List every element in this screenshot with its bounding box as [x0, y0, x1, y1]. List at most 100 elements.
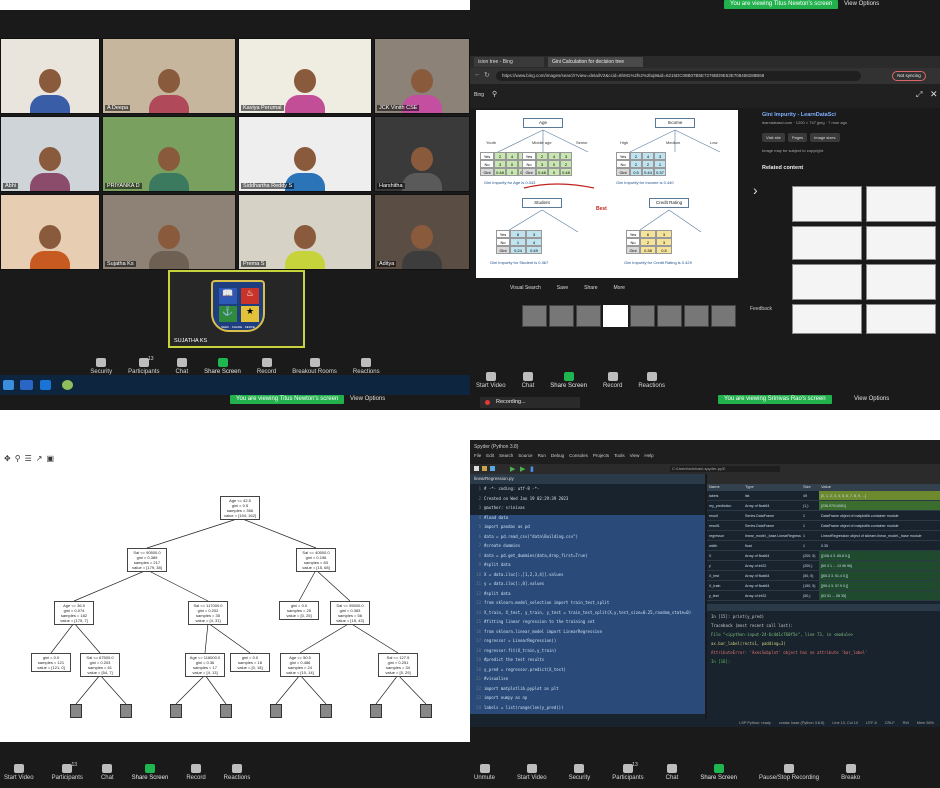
toolbar-reactionsbutton[interactable]: Reactions [224, 764, 250, 781]
view-options-button[interactable]: View Options [844, 1, 879, 7]
var-header-cell[interactable]: Type [743, 484, 801, 491]
open-icon[interactable] [482, 466, 487, 471]
toolbar-breakobutton[interactable]: Breako [841, 764, 860, 781]
tab-bing[interactable]: ision tree - Bing [474, 57, 544, 67]
next-image-icon[interactable]: › [753, 182, 758, 198]
toolbar-participantsbutton[interactable]: 13 Participants [612, 762, 643, 781]
ipython-console[interactable]: In [15]: print(y_pred) Traceback (most re… [707, 604, 940, 719]
toolbar-unmutebutton[interactable]: Unmute [474, 764, 495, 781]
app-icon[interactable] [62, 380, 73, 390]
related-thumbnail[interactable] [792, 264, 862, 300]
filmstrip-thumb[interactable] [522, 305, 547, 327]
expand-icon[interactable]: ⤢ [916, 90, 922, 100]
participant-tile[interactable]: A Deepa [102, 38, 236, 114]
toolbar-recordbutton[interactable]: Record [603, 372, 622, 389]
var-row[interactable]: my_prediction Array of float64 (1,) [236.97… [707, 501, 940, 511]
toolbar-recordbutton[interactable]: Record [257, 358, 276, 375]
related-thumbnail[interactable] [792, 226, 862, 260]
save-icon[interactable]: ▣ [46, 454, 54, 463]
image-action[interactable]: Visual Search [510, 285, 541, 291]
participant-tile[interactable]: JCK Vinith CSE [374, 38, 470, 114]
edge-icon[interactable] [3, 380, 14, 390]
related-thumbnail[interactable] [866, 264, 936, 300]
participant-tile[interactable]: Harshitha [374, 116, 470, 192]
toolbar-chatbutton[interactable]: Chat [666, 764, 678, 781]
participant-tile[interactable]: Aditya [374, 194, 470, 270]
menu-item[interactable]: View [630, 453, 640, 458]
participant-tile[interactable]: Prema S [238, 194, 372, 270]
toolbar-securitybutton[interactable]: Security [569, 764, 590, 781]
sync-status[interactable]: Not syncing [892, 71, 926, 81]
image-title[interactable]: Gini Impurity - LearnDataSci [762, 112, 940, 118]
var-row[interactable]: result1 Series.DataFrame 1 DataFrame object… [707, 521, 940, 531]
zoom-taskbar-icon[interactable] [20, 380, 33, 390]
var-row[interactable]: labels list 49 [0, 1, 2, 3, 4, 5, 6, 7, 8, … [707, 491, 940, 501]
pan-icon[interactable]: ✥ [4, 454, 11, 463]
refresh-icon[interactable]: ↻ [484, 71, 490, 79]
image-action[interactable]: Save [557, 285, 568, 291]
code-editor[interactable]: linearRegression.py 1 # -*- coding: utf-8… [470, 474, 705, 719]
var-row[interactable]: X_train Array of float64 (150, 5) [[95.4 3.… [707, 581, 940, 591]
var-row[interactable]: width float 1 0.35 [707, 541, 940, 551]
filmstrip-thumb[interactable] [603, 305, 628, 327]
var-row[interactable]: result Series.DataFrame 1 DataFrame object … [707, 511, 940, 521]
working-dir-field[interactable]: C:\Users\srinivas\.spyder-py3\ [670, 466, 780, 472]
filmstrip-thumb[interactable] [711, 305, 736, 327]
filmstrip-thumb[interactable] [576, 305, 601, 327]
toolbar-participantsbutton[interactable]: 13 Participants [52, 762, 83, 781]
toolbar-start-videobutton[interactable]: Start Video [476, 372, 506, 389]
var-header-cell[interactable]: Value [819, 484, 940, 491]
menu-item[interactable]: Edit [486, 453, 494, 458]
filmstrip-thumb[interactable] [684, 305, 709, 327]
side-button[interactable]: Visit site [762, 133, 785, 142]
related-thumbnail[interactable] [866, 304, 936, 334]
participant-tile[interactable]: Abhi [0, 116, 100, 192]
menu-item[interactable]: File [474, 453, 481, 458]
editor-tab[interactable]: linearRegression.py [470, 474, 705, 484]
toolbar-share-screenbutton[interactable]: Share Screen [550, 372, 587, 389]
toolbar-chatbutton[interactable]: Chat [175, 358, 188, 375]
run-cell-icon[interactable]: ▶ [520, 465, 525, 473]
view-options-button-2[interactable]: View Options [854, 396, 889, 402]
side-button[interactable]: Image sizes [810, 133, 840, 142]
var-header-cell[interactable]: Name [707, 484, 743, 491]
toolbar-start-videobutton[interactable]: Start Video [517, 764, 547, 781]
toolbar-share-screenbutton[interactable]: Share Screen [700, 764, 737, 781]
tab-gini[interactable]: Gini Calculation for decision tree [548, 57, 643, 67]
toolbar-reactionsbutton[interactable]: Reactions [353, 358, 380, 375]
participant-tile[interactable]: Kaviya Perumal [238, 38, 372, 114]
toolbar-pause-stop-recordingbutton[interactable]: Pause/Stop Recording [759, 764, 819, 781]
toolbar-reactionsbutton[interactable]: Reactions [638, 372, 665, 389]
toolbar-start-videobutton[interactable]: Start Video [4, 764, 34, 781]
var-row[interactable]: regressor linear_model._base.LinearRegres… [707, 531, 940, 541]
outlook-icon[interactable] [40, 380, 51, 390]
participant-tile[interactable]: PRIYANKA D [102, 116, 236, 192]
feedback-link[interactable]: Feedback [750, 306, 772, 312]
view-options-button[interactable]: View Options [350, 396, 385, 402]
toolbar-chatbutton[interactable]: Chat [522, 372, 534, 389]
image-action[interactable]: More [614, 285, 625, 291]
menu-item[interactable]: Search [499, 453, 513, 458]
toolbar-share-screenbutton[interactable]: Share Screen [132, 764, 168, 781]
participant-tile[interactable]: Siddhartha Reddy S [238, 116, 372, 192]
var-row[interactable]: X Array of float64 (200, 5) [[108.4 3. 65.8… [707, 551, 940, 561]
var-row[interactable]: y Array of int32 (200,) [69 3 1 ... 13 96 9… [707, 561, 940, 571]
participant-tile[interactable] [0, 194, 100, 270]
menu-item[interactable]: Projects [593, 453, 609, 458]
participant-tile[interactable]: Sujatha Ks [102, 194, 236, 270]
related-thumbnail[interactable] [792, 304, 862, 334]
filmstrip-thumb[interactable] [657, 305, 682, 327]
image-action[interactable]: Share [584, 285, 597, 291]
menu-item[interactable]: Run [538, 453, 546, 458]
menu-item[interactable]: Source [518, 453, 532, 458]
filmstrip-thumb[interactable] [630, 305, 655, 327]
toolbar-participantsbutton[interactable]: 13 Participants [128, 356, 159, 375]
toolbar-recordbutton[interactable]: Record [186, 764, 206, 781]
related-thumbnail[interactable] [866, 226, 936, 260]
close-icon[interactable]: ✕ [930, 89, 938, 100]
debug-icon[interactable]: ▮ [530, 465, 534, 473]
save-icon[interactable] [490, 466, 495, 471]
toolbar-securitybutton[interactable]: Security [90, 358, 112, 375]
var-row[interactable]: y_test Array of int32 (50,) [63 51 ... 58 3… [707, 591, 940, 601]
menu-item[interactable]: Consoles [569, 453, 588, 458]
